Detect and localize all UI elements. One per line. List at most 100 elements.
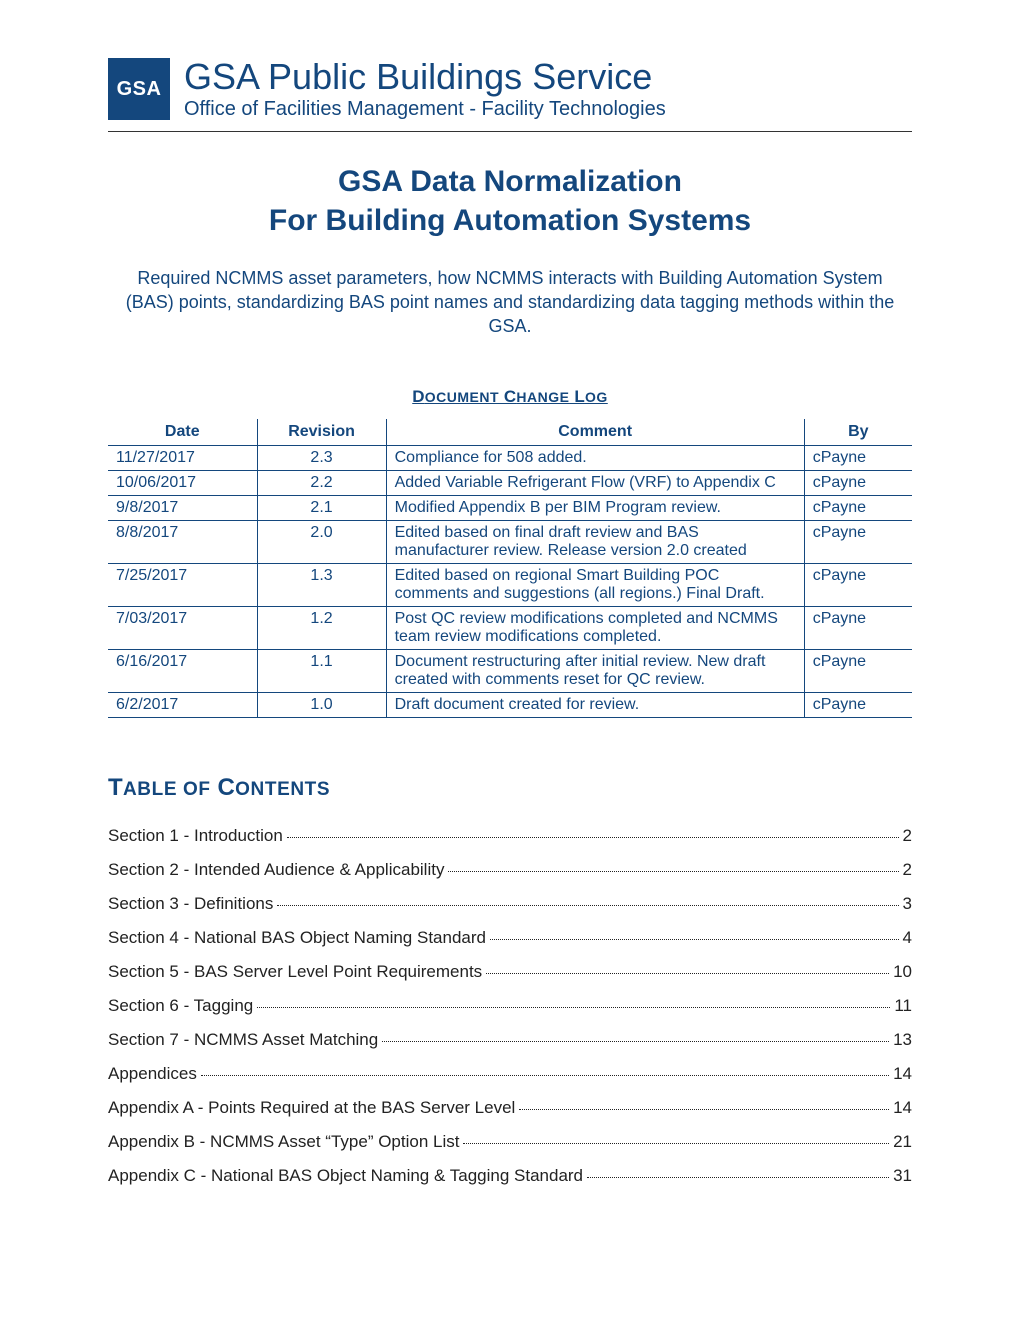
cell-comment: Compliance for 508 added. <box>386 445 804 470</box>
toc-page: 11 <box>894 996 912 1016</box>
toc-leader <box>519 1109 889 1110</box>
cell-date: 7/25/2017 <box>108 563 257 606</box>
toc-entry: Section 7 - NCMMS Asset Matching 13 <box>108 1030 912 1050</box>
table-row: 7/25/2017 1.3 Edited based on regional S… <box>108 563 912 606</box>
table-row: 10/06/2017 2.2 Added Variable Refrigeran… <box>108 470 912 495</box>
document-page: GSA GSA Public Buildings Service Office … <box>0 0 1020 1320</box>
toc-label: Appendix A - Points Required at the BAS … <box>108 1098 515 1118</box>
document-header: GSA GSA Public Buildings Service Office … <box>108 58 912 121</box>
cell-comment: Edited based on regional Smart Building … <box>386 563 804 606</box>
toc-leader <box>448 871 898 872</box>
col-revision: Revision <box>257 419 386 446</box>
toc-page: 10 <box>893 962 912 982</box>
toc-leader <box>287 837 899 838</box>
table-row: 8/8/2017 2.0 Edited based on final draft… <box>108 520 912 563</box>
changelog-header-row: Date Revision Comment By <box>108 419 912 446</box>
toc-entry: Appendix A - Points Required at the BAS … <box>108 1098 912 1118</box>
table-row: 7/03/2017 1.2 Post QC review modificatio… <box>108 606 912 649</box>
toc-label: Section 3 - Definitions <box>108 894 273 914</box>
cell-date: 6/16/2017 <box>108 649 257 692</box>
table-row: 6/16/2017 1.1 Document restructuring aft… <box>108 649 912 692</box>
cell-rev: 2.0 <box>257 520 386 563</box>
table-row: 11/27/2017 2.3 Compliance for 508 added.… <box>108 445 912 470</box>
toc-page: 3 <box>903 894 912 914</box>
cell-by: cPayne <box>804 692 912 717</box>
cell-date: 8/8/2017 <box>108 520 257 563</box>
toc-label: Appendices <box>108 1064 197 1084</box>
toc-entry: Section 1 - Introduction 2 <box>108 826 912 846</box>
col-comment: Comment <box>386 419 804 446</box>
toc-leader <box>463 1143 889 1144</box>
gsa-logo-icon: GSA <box>108 58 170 120</box>
toc-page: 2 <box>903 860 912 880</box>
col-by: By <box>804 419 912 446</box>
cell-rev: 2.2 <box>257 470 386 495</box>
toc-leader <box>490 939 899 940</box>
cell-by: cPayne <box>804 606 912 649</box>
title-line-1: GSA Data Normalization <box>338 165 682 198</box>
toc-page: 13 <box>893 1030 912 1050</box>
document-title: GSA Data Normalization For Building Auto… <box>108 162 912 240</box>
toc-leader <box>277 905 898 906</box>
cell-by: cPayne <box>804 445 912 470</box>
changelog-heading: DOCUMENT CHANGE LOG <box>108 387 912 407</box>
table-of-contents: Section 1 - Introduction 2 Section 2 - I… <box>108 826 912 1186</box>
toc-page: 4 <box>903 928 912 948</box>
toc-leader <box>201 1075 889 1076</box>
toc-entry: Section 3 - Definitions 3 <box>108 894 912 914</box>
cell-date: 7/03/2017 <box>108 606 257 649</box>
changelog-table: Date Revision Comment By 11/27/2017 2.3 … <box>108 419 912 718</box>
toc-label: Appendix B - NCMMS Asset “Type” Option L… <box>108 1132 459 1152</box>
toc-label: Section 7 - NCMMS Asset Matching <box>108 1030 378 1050</box>
cell-rev: 1.3 <box>257 563 386 606</box>
table-row: 9/8/2017 2.1 Modified Appendix B per BIM… <box>108 495 912 520</box>
toc-page: 21 <box>893 1132 912 1152</box>
toc-leader <box>257 1007 890 1008</box>
toc-page: 14 <box>893 1098 912 1118</box>
cell-date: 9/8/2017 <box>108 495 257 520</box>
cell-date: 6/2/2017 <box>108 692 257 717</box>
cell-comment: Draft document created for review. <box>386 692 804 717</box>
logo-text: GSA <box>117 78 162 101</box>
toc-leader <box>587 1177 889 1178</box>
toc-label: Section 4 - National BAS Object Naming S… <box>108 928 486 948</box>
toc-entry: Appendices 14 <box>108 1064 912 1084</box>
toc-entry: Section 6 - Tagging 11 <box>108 996 912 1016</box>
toc-page: 2 <box>903 826 912 846</box>
cell-comment: Added Variable Refrigerant Flow (VRF) to… <box>386 470 804 495</box>
cell-comment: Document restructuring after initial rev… <box>386 649 804 692</box>
toc-leader <box>486 973 889 974</box>
cell-comment: Edited based on final draft review and B… <box>386 520 804 563</box>
cell-rev: 2.3 <box>257 445 386 470</box>
cell-by: cPayne <box>804 649 912 692</box>
toc-label: Section 6 - Tagging <box>108 996 253 1016</box>
table-row: 6/2/2017 1.0 Draft document created for … <box>108 692 912 717</box>
toc-heading: TABLE OF CONTENTS <box>108 774 912 802</box>
toc-label: Section 1 - Introduction <box>108 826 283 846</box>
document-summary: Required NCMMS asset parameters, how NCM… <box>108 266 912 339</box>
col-date: Date <box>108 419 257 446</box>
cell-by: cPayne <box>804 520 912 563</box>
cell-by: cPayne <box>804 470 912 495</box>
cell-rev: 1.2 <box>257 606 386 649</box>
cell-date: 11/27/2017 <box>108 445 257 470</box>
cell-rev: 2.1 <box>257 495 386 520</box>
toc-label: Section 5 - BAS Server Level Point Requi… <box>108 962 482 982</box>
title-line-2: For Building Automation Systems <box>269 204 751 237</box>
cell-date: 10/06/2017 <box>108 470 257 495</box>
cell-by: cPayne <box>804 495 912 520</box>
toc-entry: Section 4 - National BAS Object Naming S… <box>108 928 912 948</box>
header-divider <box>108 131 912 132</box>
toc-entry: Appendix C - National BAS Object Naming … <box>108 1166 912 1186</box>
cell-by: cPayne <box>804 563 912 606</box>
cell-rev: 1.1 <box>257 649 386 692</box>
cell-comment: Post QC review modifications completed a… <box>386 606 804 649</box>
toc-page: 14 <box>893 1064 912 1084</box>
toc-entry: Section 5 - BAS Server Level Point Requi… <box>108 962 912 982</box>
header-subtitle: Office of Facilities Management - Facili… <box>184 98 666 121</box>
toc-page: 31 <box>893 1166 912 1186</box>
cell-comment: Modified Appendix B per BIM Program revi… <box>386 495 804 520</box>
toc-leader <box>382 1041 889 1042</box>
cell-rev: 1.0 <box>257 692 386 717</box>
header-text-block: GSA Public Buildings Service Office of F… <box>184 58 666 121</box>
